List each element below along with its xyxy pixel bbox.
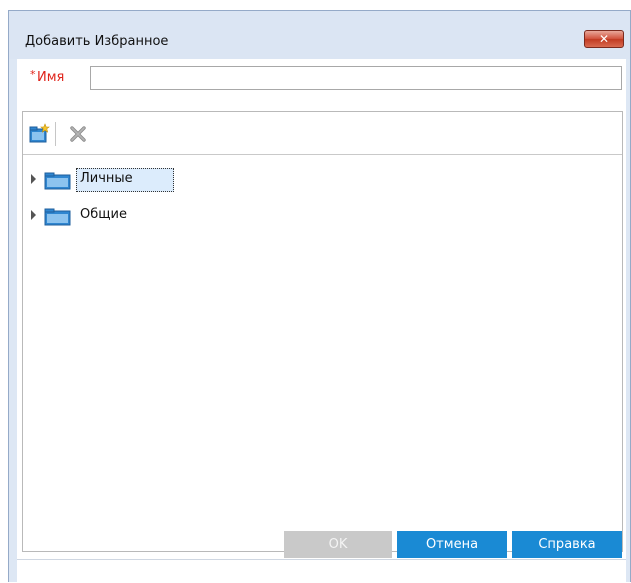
expand-arrow-icon[interactable] — [31, 210, 36, 220]
delete-button[interactable] — [67, 123, 89, 145]
cancel-button[interactable]: Отмена — [397, 531, 507, 558]
delete-icon — [70, 126, 86, 142]
close-icon: ✕ — [598, 32, 610, 46]
close-button[interactable]: ✕ — [584, 30, 624, 48]
required-marker: * — [30, 68, 36, 81]
ok-button[interactable]: OK — [284, 531, 392, 558]
tree-node-label[interactable]: Личные — [76, 168, 174, 192]
expand-arrow-icon[interactable] — [31, 174, 36, 184]
name-input[interactable] — [90, 66, 622, 90]
name-row: * Имя — [17, 65, 626, 90]
new-folder-button[interactable] — [28, 123, 50, 145]
tree-toolbar — [23, 112, 622, 155]
name-label: Имя — [37, 70, 65, 85]
tree-node-label[interactable]: Общие — [76, 204, 131, 228]
folder-icon — [44, 172, 71, 190]
favorites-tree-panel: Личные Общие — [22, 111, 623, 552]
dialog-title: Добавить Избранное — [25, 34, 169, 49]
new-folder-icon — [29, 123, 50, 143]
tree-node-shared[interactable]: Общие — [23, 204, 622, 228]
footer-divider — [17, 559, 626, 560]
title-bar: Добавить Избранное ✕ — [9, 11, 630, 59]
tree-node-personal[interactable]: Личные — [23, 168, 622, 192]
help-button[interactable]: Справка — [512, 531, 622, 558]
folder-icon — [44, 208, 71, 226]
dialog-content: * Имя Личные Общие — [17, 59, 626, 583]
dialog-window: Добавить Избранное ✕ * Имя Личные Общие … — [8, 10, 631, 583]
toolbar-separator — [55, 122, 56, 146]
